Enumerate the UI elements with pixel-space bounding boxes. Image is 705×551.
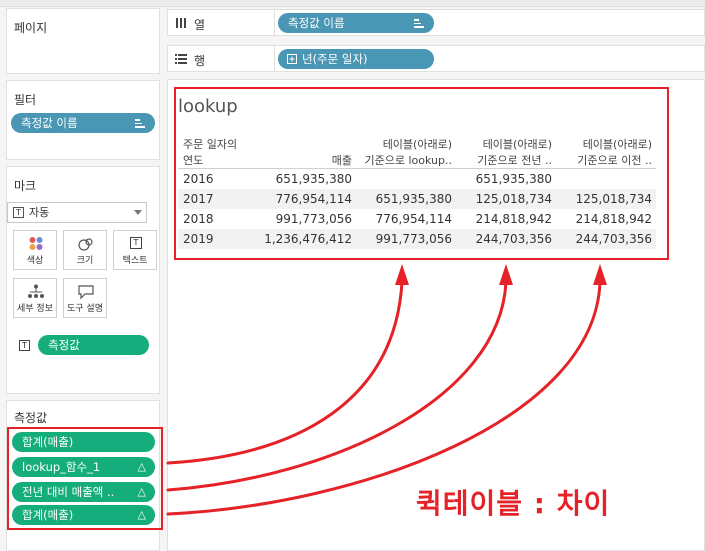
arrow-to-diff-column (166, 280, 602, 516)
arrow-to-lookup-column (166, 280, 404, 465)
annotation-text: 퀵테이블 : 차이 (416, 487, 611, 520)
annotation-arrows (166, 264, 607, 516)
arrowhead-diff (593, 264, 607, 285)
arrowhead-yoy (499, 264, 513, 285)
arrowhead-lookup (395, 264, 409, 285)
tableau-workspace: 페이지 필터 측정값 이름 마크 T 자동 색상 크기 T 텍스트 세부 정보 … (0, 0, 705, 551)
